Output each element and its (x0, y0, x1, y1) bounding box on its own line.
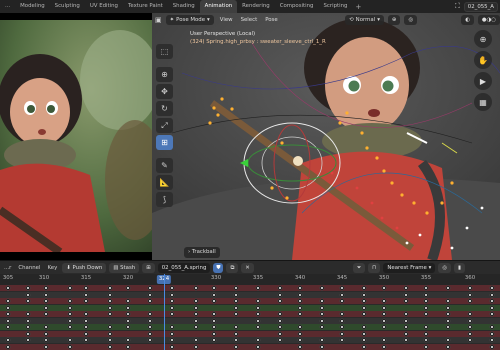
snap-magnet-icon[interactable]: ⊓ (368, 262, 381, 273)
pose-tool[interactable]: ⟆ (156, 192, 173, 207)
tab-file[interactable]: ... (0, 0, 15, 13)
tab-sculpting[interactable]: Sculpting (50, 0, 85, 13)
chevron-down-icon: ▾ (207, 16, 210, 23)
tick-label: 310 (38, 275, 50, 281)
render-preview-panel (0, 13, 152, 260)
tick-label: 330 (210, 275, 222, 281)
menu-key[interactable]: Key (46, 265, 60, 271)
tick-label: 315 (80, 275, 92, 281)
transform-tool[interactable]: ⊞ (156, 135, 173, 150)
letterbox-bottom (0, 252, 152, 260)
push-down-button[interactable]: ⬇ Push Down (62, 262, 107, 273)
tick-label: 355 (420, 275, 432, 281)
trackball-label: Trackball (191, 249, 216, 255)
tab-uv-editing[interactable]: UV Editing (85, 0, 123, 13)
cursor-tool[interactable]: ⊕ (156, 67, 173, 82)
move-tool[interactable]: ✥ (156, 84, 173, 99)
tab-compositing[interactable]: Compositing (275, 0, 319, 13)
tick-label: 320 (122, 275, 134, 281)
menu-marker[interactable]: ...r (2, 265, 13, 271)
tick-label: 360 (464, 275, 476, 281)
mode-selector[interactable]: ✦ Pose Mode ▾ (165, 14, 214, 25)
menu-pose[interactable]: Pose (263, 17, 279, 23)
viewport-overlays[interactable]: ◐ (461, 14, 474, 25)
snap-mode-select[interactable]: Nearest Frame ▾ (383, 262, 436, 273)
push-down-icon: ⬇ (66, 264, 71, 271)
orientation-label: Normal (355, 16, 376, 23)
tool-shelf: ⬚ ⊕ ✥ ↻ ⤢ ⊞ ✎ 📐 ⟆ (156, 44, 173, 207)
workspace-bar: ... Modeling Sculpting UV Editing Textur… (0, 0, 500, 13)
chevron-down-icon: ▾ (377, 16, 380, 23)
select-box-tool[interactable]: ⬚ (156, 44, 173, 59)
render-preview-image (0, 20, 152, 252)
fake-user-toggle[interactable]: ⛊ (213, 262, 224, 273)
frame-ruler[interactable]: 305 310 315 320 324 330 335 340 345 350 … (0, 274, 500, 285)
tab-modeling[interactable]: Modeling (15, 0, 50, 13)
snap-mode-label: Nearest Frame (387, 264, 427, 271)
pan-hand-icon[interactable]: ✋ (474, 51, 492, 69)
grid-icon[interactable]: ▦ (474, 93, 492, 111)
tick-label: 340 (294, 275, 306, 281)
letterbox-top (0, 13, 152, 20)
action-browse-button[interactable]: ⊞ (142, 262, 155, 273)
chevron-down-icon: ▾ (428, 264, 432, 271)
transform-orientation[interactable]: ⟲ Normal ▾ (345, 14, 384, 25)
scale-tool[interactable]: ⤢ (156, 118, 173, 133)
camera-icon[interactable]: ▶ (474, 72, 492, 90)
stash-button[interactable]: ▤ Stash (109, 262, 140, 273)
annotate-tool[interactable]: ✎ (156, 158, 173, 173)
trackball-operator-panel[interactable]: › Trackball (184, 247, 220, 258)
editor-type-icon[interactable]: ▣ (155, 16, 162, 24)
tick-label: 345 (336, 275, 348, 281)
zoom-icon[interactable]: ⊕ (474, 30, 492, 48)
duplicate-action-button[interactable]: ⧉ (226, 262, 239, 273)
viewport-info-overlay: User Perspective (Local) (324) Spring.hi… (190, 30, 326, 46)
active-bone-label: (324) Spring.high_prbsy : sweater_sleeve… (190, 39, 326, 45)
stash-label: Stash (120, 264, 136, 271)
scene-icon[interactable]: ⛶ (455, 2, 460, 11)
view-perspective-label: User Perspective (Local) (190, 31, 256, 37)
mode-label: Pose Mode (176, 16, 206, 23)
tab-rendering[interactable]: Rendering (237, 0, 275, 13)
3d-viewport[interactable] (152, 13, 500, 260)
pose-mode-icon: ✦ (169, 16, 175, 23)
push-down-label: Push Down (72, 264, 103, 271)
dopesheet-header: ...r Channel Key ⬇ Push Down ▤ Stash ⊞ 0… (0, 260, 500, 274)
scene-selector[interactable]: 02_055_A (463, 1, 498, 12)
tab-shading[interactable]: Shading (168, 0, 200, 13)
viewport-scene (152, 13, 500, 260)
measure-tool[interactable]: 📐 (156, 175, 173, 190)
orientation-icon: ⟲ (349, 16, 354, 23)
tick-label: 335 (252, 275, 264, 281)
tick-label: 350 (378, 275, 390, 281)
filter-icon[interactable]: ⏷ (352, 262, 366, 273)
tab-animation[interactable]: Animation (199, 0, 238, 13)
rotate-tool[interactable]: ↻ (156, 101, 173, 116)
menu-view[interactable]: View (218, 17, 235, 23)
channel-row[interactable] (0, 317, 500, 324)
shading-mode[interactable]: ●◑○ (477, 14, 500, 25)
add-workspace-button[interactable]: + (352, 3, 364, 11)
tab-texture-paint[interactable]: Texture Paint (123, 0, 168, 13)
unlink-action-button[interactable]: ✕ (241, 262, 254, 273)
proportional-icon[interactable]: ◎ (438, 262, 452, 273)
chevron-right-icon: › (188, 249, 191, 255)
navigation-gizmo: ⊕ ✋ ▶ ▦ (474, 30, 496, 111)
playhead-line[interactable] (164, 274, 165, 350)
snap-toggle[interactable]: ⊕ (387, 14, 401, 25)
menu-select[interactable]: Select (239, 17, 260, 23)
tick-label: 305 (2, 275, 14, 281)
menu-channel[interactable]: Channel (16, 265, 42, 271)
action-name-field[interactable]: 02_055_A.spring (157, 262, 211, 273)
tab-scripting[interactable]: Scripting (318, 0, 352, 13)
proportional-edit-toggle[interactable]: ◎ (404, 14, 418, 25)
render-character-illustration (0, 20, 152, 252)
keyframe-tracks[interactable] (0, 285, 500, 350)
stash-icon: ▤ (113, 264, 119, 271)
viewport-header: ▣ ✦ Pose Mode ▾ View Select Pose ⟲ Norma… (152, 13, 500, 26)
keyframe-type-icon[interactable]: ▮ (454, 262, 465, 273)
